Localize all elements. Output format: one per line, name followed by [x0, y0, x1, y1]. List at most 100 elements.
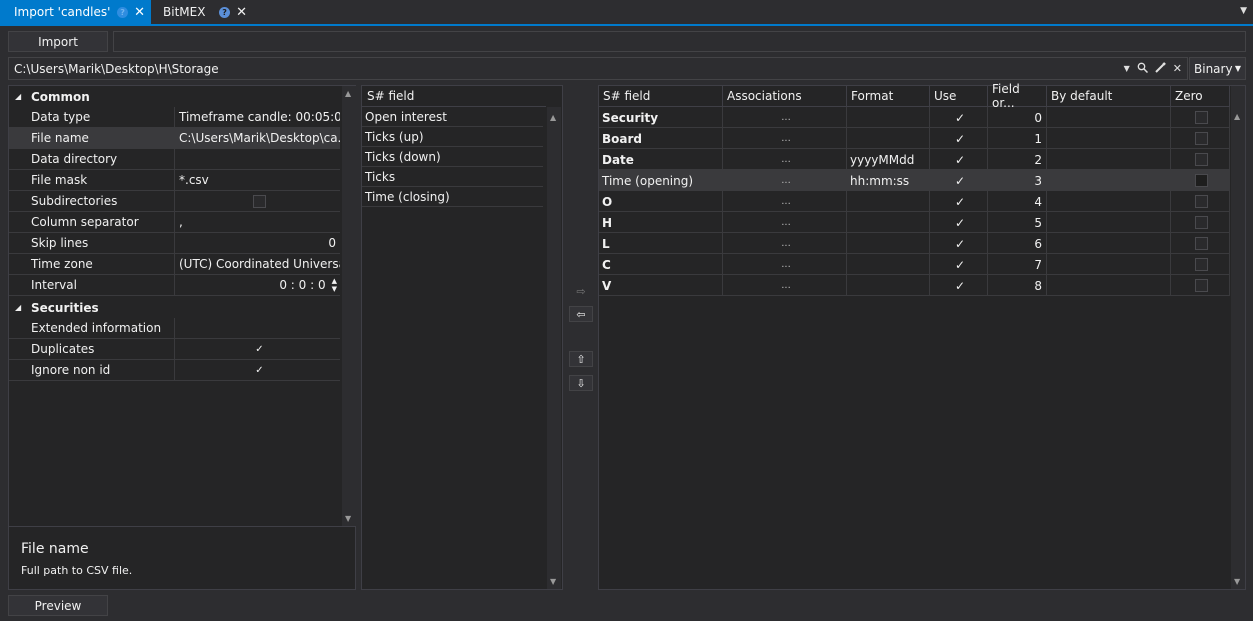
- property-row-ignore-non-id[interactable]: Ignore non id ✓: [9, 360, 340, 381]
- property-value[interactable]: Timeframe candle: 00:05:00: [175, 107, 340, 127]
- zero-checkbox[interactable]: [1195, 279, 1208, 292]
- check-icon[interactable]: ✓: [955, 279, 965, 293]
- zero-checkbox[interactable]: [1195, 111, 1208, 124]
- check-icon[interactable]: ✓: [253, 343, 266, 356]
- associations-cell[interactable]: ...: [723, 107, 847, 128]
- property-value[interactable]: 0: [175, 233, 340, 253]
- storage-path-field[interactable]: C:\Users\Marik\Desktop\H\Storage ▼ ✕: [8, 57, 1188, 80]
- format-cell[interactable]: [847, 107, 930, 128]
- storage-format-select[interactable]: Binary ▼: [1189, 57, 1246, 80]
- order-cell[interactable]: 6: [988, 233, 1047, 254]
- zero-cell[interactable]: [1171, 191, 1230, 212]
- property-value[interactable]: ✓: [175, 339, 340, 359]
- field-cell[interactable]: Date: [599, 149, 723, 170]
- use-cell[interactable]: ✓: [930, 212, 988, 233]
- move-down-button[interactable]: ⇩: [569, 375, 593, 391]
- zero-cell[interactable]: [1171, 107, 1230, 128]
- format-cell[interactable]: [847, 275, 930, 296]
- default-cell[interactable]: [1047, 191, 1171, 212]
- order-cell[interactable]: 5: [988, 212, 1047, 233]
- table-row[interactable]: H... ✓ 5: [599, 212, 1230, 233]
- edit-icon[interactable]: [1155, 61, 1166, 76]
- list-header[interactable]: S# field: [362, 86, 546, 107]
- help-icon[interactable]: ?: [117, 6, 129, 18]
- mapping-scrollbar[interactable]: ▲ ▼: [1231, 86, 1245, 589]
- use-cell[interactable]: ✓: [930, 275, 988, 296]
- add-field-button[interactable]: ⇨: [569, 283, 593, 299]
- check-icon[interactable]: ✓: [253, 364, 266, 377]
- property-row-time-zone[interactable]: Time zone (UTC) Coordinated Universa...: [9, 254, 340, 275]
- default-cell[interactable]: [1047, 233, 1171, 254]
- zero-checkbox[interactable]: [1195, 216, 1208, 229]
- column-header[interactable]: Field or...: [988, 82, 1047, 110]
- default-cell[interactable]: [1047, 254, 1171, 275]
- property-row-column-separator[interactable]: Column separator ,: [9, 212, 340, 233]
- use-cell[interactable]: ✓: [930, 191, 988, 212]
- list-item[interactable]: Ticks (up): [362, 127, 543, 147]
- order-cell[interactable]: 7: [988, 254, 1047, 275]
- check-icon[interactable]: ✓: [955, 195, 965, 209]
- field-cell[interactable]: Time (opening): [599, 170, 723, 191]
- format-cell[interactable]: [847, 128, 930, 149]
- default-cell[interactable]: [1047, 275, 1171, 296]
- scroll-up-icon[interactable]: ▲: [345, 89, 351, 98]
- zero-cell[interactable]: [1171, 233, 1230, 254]
- field-cell[interactable]: Board: [599, 128, 723, 149]
- category-securities[interactable]: ◢ Securities: [9, 297, 340, 318]
- search-icon[interactable]: [1137, 62, 1148, 76]
- zero-cell[interactable]: [1171, 212, 1230, 233]
- move-up-button[interactable]: ⇧: [569, 351, 593, 367]
- format-cell[interactable]: [847, 212, 930, 233]
- zero-checkbox[interactable]: [1195, 237, 1208, 250]
- storage-path-input[interactable]: C:\Users\Marik\Desktop\H\Storage: [14, 62, 1117, 76]
- column-header[interactable]: Zero: [1171, 86, 1230, 107]
- list-item[interactable]: Time (closing): [362, 187, 543, 207]
- default-cell[interactable]: [1047, 107, 1171, 128]
- zero-checkbox[interactable]: [1195, 174, 1208, 187]
- spinner-icon[interactable]: ▲ ▼: [332, 277, 337, 293]
- associations-cell[interactable]: ...: [723, 233, 847, 254]
- check-icon[interactable]: ✓: [955, 216, 965, 230]
- check-icon[interactable]: ✓: [955, 174, 965, 188]
- associations-cell[interactable]: ...: [723, 170, 847, 191]
- use-cell[interactable]: ✓: [930, 170, 988, 191]
- field-cell[interactable]: V: [599, 275, 723, 296]
- table-row[interactable]: O... ✓ 4: [599, 191, 1230, 212]
- column-header[interactable]: By default: [1047, 86, 1171, 107]
- field-cell[interactable]: C: [599, 254, 723, 275]
- format-cell[interactable]: [847, 233, 930, 254]
- associations-cell[interactable]: ...: [723, 191, 847, 212]
- scroll-up-icon[interactable]: ▲: [1234, 112, 1240, 121]
- table-row[interactable]: C... ✓ 7: [599, 254, 1230, 275]
- scroll-down-icon[interactable]: ▼: [345, 514, 351, 523]
- table-row[interactable]: L... ✓ 6: [599, 233, 1230, 254]
- list-item[interactable]: Open interest: [362, 107, 543, 127]
- property-row-interval[interactable]: Interval 0 : 0 : 0 ▲ ▼: [9, 275, 340, 296]
- property-value[interactable]: ,: [175, 212, 340, 232]
- property-value[interactable]: (UTC) Coordinated Universa...: [175, 254, 340, 274]
- zero-cell[interactable]: [1171, 170, 1230, 191]
- use-cell[interactable]: ✓: [930, 149, 988, 170]
- order-cell[interactable]: 0: [988, 107, 1047, 128]
- zero-checkbox[interactable]: [1195, 258, 1208, 271]
- zero-checkbox[interactable]: [1195, 132, 1208, 145]
- check-icon[interactable]: ✓: [955, 132, 965, 146]
- close-icon[interactable]: ✕: [236, 5, 247, 20]
- table-row[interactable]: Date... yyyyMMdd ✓ 2: [599, 149, 1230, 170]
- default-cell[interactable]: [1047, 149, 1171, 170]
- format-cell[interactable]: [847, 191, 930, 212]
- list-scrollbar[interactable]: ▲ ▼: [547, 107, 561, 589]
- check-icon[interactable]: ✓: [955, 111, 965, 125]
- property-value[interactable]: [175, 149, 340, 169]
- scroll-down-icon[interactable]: ▼: [1234, 577, 1240, 586]
- preview-button[interactable]: Preview: [8, 595, 108, 616]
- property-grid-scrollbar[interactable]: ▲ ▼: [342, 86, 356, 526]
- zero-checkbox[interactable]: [1195, 153, 1208, 166]
- zero-cell[interactable]: [1171, 254, 1230, 275]
- property-row-extended-information[interactable]: Extended information: [9, 318, 340, 339]
- category-common[interactable]: ◢ Common: [9, 86, 340, 107]
- order-cell[interactable]: 2: [988, 149, 1047, 170]
- property-value[interactable]: 0 : 0 : 0 ▲ ▼: [175, 275, 340, 295]
- interval-value[interactable]: 0 : 0 : 0: [279, 278, 325, 292]
- tab-dropdown-icon[interactable]: ▼: [1240, 6, 1247, 16]
